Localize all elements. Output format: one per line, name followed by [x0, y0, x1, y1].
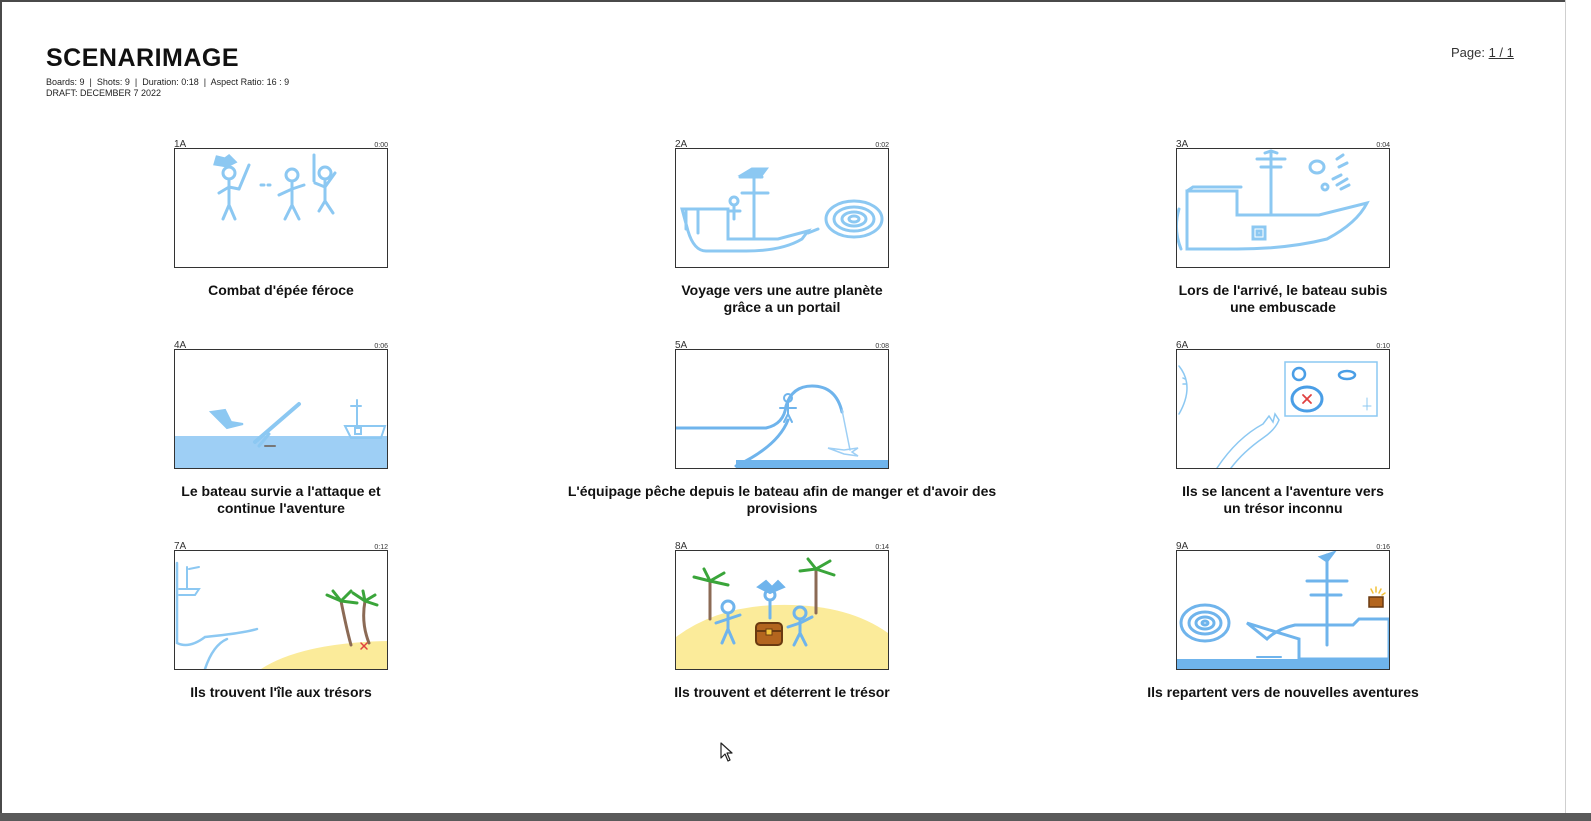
board-panel[interactable]	[675, 550, 889, 670]
board-panel[interactable]	[675, 349, 889, 469]
sea-survival-drawing	[175, 399, 387, 468]
mouse-pointer-icon	[720, 742, 734, 767]
document-title: SCENARIMAGE	[46, 44, 240, 72]
page-indicator: Page: 1 / 1	[1451, 45, 1514, 60]
board-panel[interactable]	[675, 148, 889, 268]
board-caption: Le bateau survie a l'attaque et continue…	[181, 483, 381, 516]
new-adventures-drawing	[1177, 551, 1389, 669]
ship-portal-drawing	[680, 167, 884, 253]
board-caption: Ils trouvent l'île aux trésors	[190, 684, 372, 700]
board-panel[interactable]	[1176, 148, 1390, 268]
board-caption: Ils trouvent et déterrent le trésor	[674, 684, 890, 700]
window-bottom-border	[0, 813, 1591, 821]
window-top-border	[0, 0, 1591, 2]
board-caption: Ils repartent vers de nouvelles aventure…	[1147, 684, 1419, 700]
board-panel[interactable]	[1176, 349, 1390, 469]
board-panel[interactable]	[1176, 550, 1390, 670]
sword-fight-drawing	[213, 153, 337, 221]
board-caption: Voyage vers une autre planète grâce a un…	[681, 282, 883, 315]
treasure-dig-drawing	[676, 557, 888, 669]
draft-line: DRAFT: DECEMBER 7 2022	[46, 88, 162, 98]
board-panel[interactable]	[174, 148, 388, 268]
board-caption: Ils se lancent a l'aventure vers un trés…	[1182, 483, 1384, 516]
board-panel[interactable]	[174, 550, 388, 670]
scrollbar-track[interactable]	[1565, 0, 1591, 821]
island-discovery-drawing	[175, 561, 387, 669]
meta-line: Boards: 9 | Shots: 9 | Duration: 0:18 | …	[46, 77, 290, 87]
page-label: Page:	[1451, 45, 1489, 60]
document-meta: Boards: 9 | Shots: 9 | Duration: 0:18 | …	[46, 77, 289, 99]
ship-ambush-drawing	[1177, 149, 1370, 251]
page-value: 1 / 1	[1488, 45, 1514, 60]
treasure-map-drawing	[1178, 361, 1378, 468]
board-panel[interactable]	[174, 349, 388, 469]
window-left-border	[0, 0, 2, 821]
board-caption: Lors de l'arrivé, le bateau subis une em…	[1178, 282, 1388, 315]
board-caption: Combat d'épée féroce	[208, 282, 354, 298]
fishing-drawing	[676, 384, 888, 468]
board-caption: L'équipage pêche depuis le bateau afin d…	[567, 483, 997, 516]
